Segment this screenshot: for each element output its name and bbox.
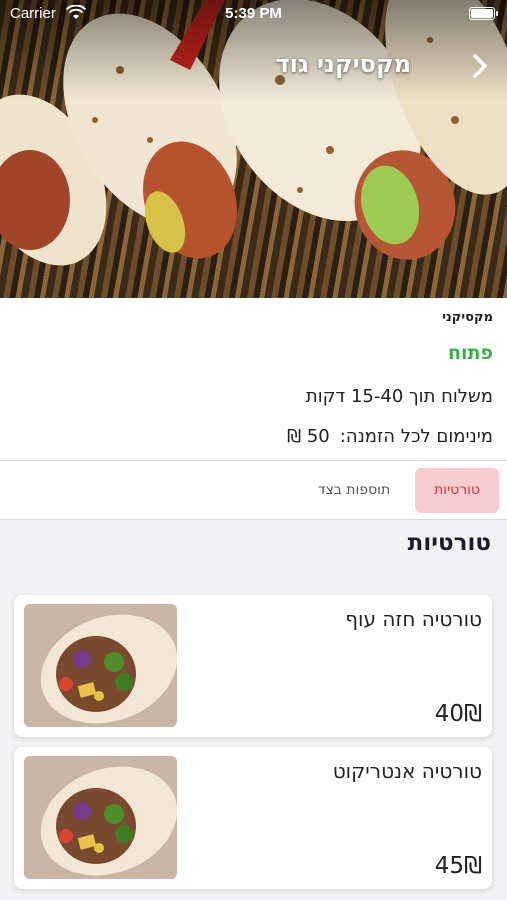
minimum-order: מינימום לכל הזמנה: 50 ₪	[287, 426, 493, 447]
cuisine-label: מקסיקני	[442, 310, 493, 325]
tortilla-image	[24, 756, 177, 879]
page-title: מקסיקני גוד	[275, 50, 411, 78]
battery-icon	[469, 7, 498, 20]
menu-item-card[interactable]: טורטיה אנטריקוט 45₪	[14, 747, 492, 889]
tab-tortillas[interactable]: טורטיות	[415, 468, 499, 513]
item-price: 45₪	[434, 853, 482, 879]
category-tabs: טורטיות תוספות בצד	[0, 460, 507, 520]
item-price: 40₪	[434, 701, 482, 727]
restaurant-info: מקסיקני פתוח משלוח תוך 15-40 דקות מינימו…	[0, 298, 507, 460]
item-image	[24, 604, 177, 727]
open-status: פתוח	[447, 342, 493, 364]
clock: 5:39 PM	[225, 5, 282, 22]
tortilla-image	[24, 604, 177, 727]
item-name: טורטיה אנטריקוט	[332, 759, 482, 783]
section-title: טורטיות	[407, 530, 491, 556]
delivery-time: משלוח תוך 15-40 דקות	[305, 386, 493, 407]
back-button[interactable]	[465, 48, 495, 84]
minimum-label: מינימום לכל הזמנה:	[339, 426, 493, 447]
minimum-value: 50 ₪	[287, 426, 330, 447]
tab-side-dishes[interactable]: תוספות בצד	[299, 468, 409, 513]
item-name: טורטיה חזה עוף	[345, 607, 482, 631]
status-bar: Carrier 5:39 PM	[0, 0, 507, 30]
hero-image	[0, 0, 507, 298]
item-image	[24, 756, 177, 879]
menu-item-card[interactable]: טורטיה חזה עוף 40₪	[14, 595, 492, 737]
chevron-right-icon	[473, 54, 487, 78]
